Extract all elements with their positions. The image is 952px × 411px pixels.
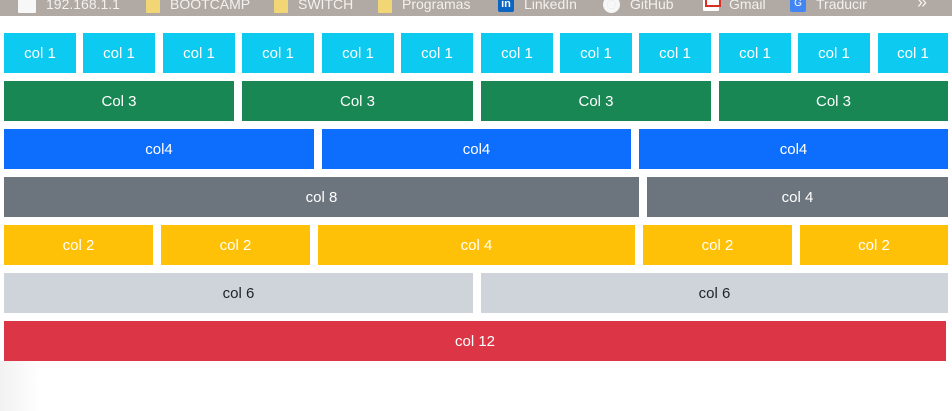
bookmark-label: Traducir	[816, 0, 867, 12]
col-6-cell: col 6	[4, 273, 473, 313]
col-4-cell: col4	[4, 129, 314, 169]
row-col-2-4: col 2 col 2 col 4 col 2 col 2	[4, 225, 948, 265]
col-4-cell: col 4	[318, 225, 635, 265]
bookmark-bootcamp[interactable]: BOOTCAMP	[146, 0, 250, 15]
bookmark-switch[interactable]: SWITCH	[274, 0, 353, 15]
translate-icon: G	[790, 0, 806, 12]
bookmark-label: GitHub	[630, 0, 674, 12]
col-2-cell: col 2	[4, 225, 153, 265]
bookmark-label: LinkedIn	[524, 0, 577, 12]
col-1-cell: col 1	[560, 33, 632, 73]
row-col-1: col 1 col 1 col 1 col 1 col 1 col 1 col …	[4, 33, 948, 73]
col-1-cell: col 1	[4, 33, 76, 73]
col-2-cell: col 2	[643, 225, 792, 265]
col-12-cell: col 12	[4, 321, 946, 361]
col-1-cell: col 1	[798, 33, 870, 73]
github-icon	[603, 0, 620, 13]
folder-icon	[378, 0, 392, 13]
bookmark-gmail[interactable]: Gmail	[703, 0, 766, 15]
col-8-cell: col 8	[4, 177, 639, 217]
folder-icon	[274, 0, 288, 13]
bookmark-label: BOOTCAMP	[170, 0, 251, 12]
col-3-cell: Col 3	[719, 81, 948, 121]
col-1-cell: col 1	[719, 33, 791, 73]
row-col-6: col 6 col 6	[4, 273, 948, 313]
col-4-cell: col 4	[647, 177, 948, 217]
bookmark-label: Programas	[402, 0, 471, 12]
page-edge-shadow	[0, 361, 40, 411]
col-4-cell: col4	[322, 129, 631, 169]
row-col-4: col4 col4 col4	[4, 129, 948, 169]
col-1-cell: col 1	[83, 33, 155, 73]
col-1-cell: col 1	[322, 33, 394, 73]
bookmark-programas[interactable]: Programas	[378, 0, 470, 15]
col-6-cell: col 6	[481, 273, 948, 313]
col-2-cell: col 2	[161, 225, 310, 265]
row-col-3: Col 3 Col 3 Col 3 Col 3	[4, 81, 948, 121]
col-2-cell: col 2	[800, 225, 948, 265]
col-4-cell: col4	[639, 129, 948, 169]
bookmark-label: Gmail	[729, 0, 766, 12]
bookmark-github[interactable]: GitHub	[603, 0, 674, 15]
more-bookmarks-button[interactable]: »	[917, 0, 927, 13]
col-1-cell: col 1	[481, 33, 553, 73]
page-icon	[18, 0, 36, 13]
col-1-cell: col 1	[401, 33, 473, 73]
bookmark-label: 192.168.1.1	[46, 0, 120, 12]
col-1-cell: col 1	[163, 33, 235, 73]
bookmark-192-168-1-1[interactable]: 192.168.1.1	[18, 0, 120, 15]
col-1-cell: col 1	[639, 33, 711, 73]
col-3-cell: Col 3	[242, 81, 473, 121]
folder-icon	[146, 0, 160, 13]
bookmark-label: SWITCH	[298, 0, 354, 12]
bookmark-traducir[interactable]: G Traducir	[790, 0, 867, 15]
col-3-cell: Col 3	[481, 81, 711, 121]
row-col-8-4: col 8 col 4	[4, 177, 948, 217]
bookmarks-bar: 192.168.1.1 BOOTCAMP SWITCH Programas in…	[0, 0, 952, 16]
col-1-cell: col 1	[242, 33, 314, 73]
gmail-icon	[703, 0, 719, 11]
linkedin-icon: in	[498, 0, 514, 12]
col-1-cell: col 1	[878, 33, 948, 73]
bookmark-linkedin[interactable]: in LinkedIn	[498, 0, 577, 15]
col-3-cell: Col 3	[4, 81, 234, 121]
row-col-12: col 12	[4, 321, 948, 361]
